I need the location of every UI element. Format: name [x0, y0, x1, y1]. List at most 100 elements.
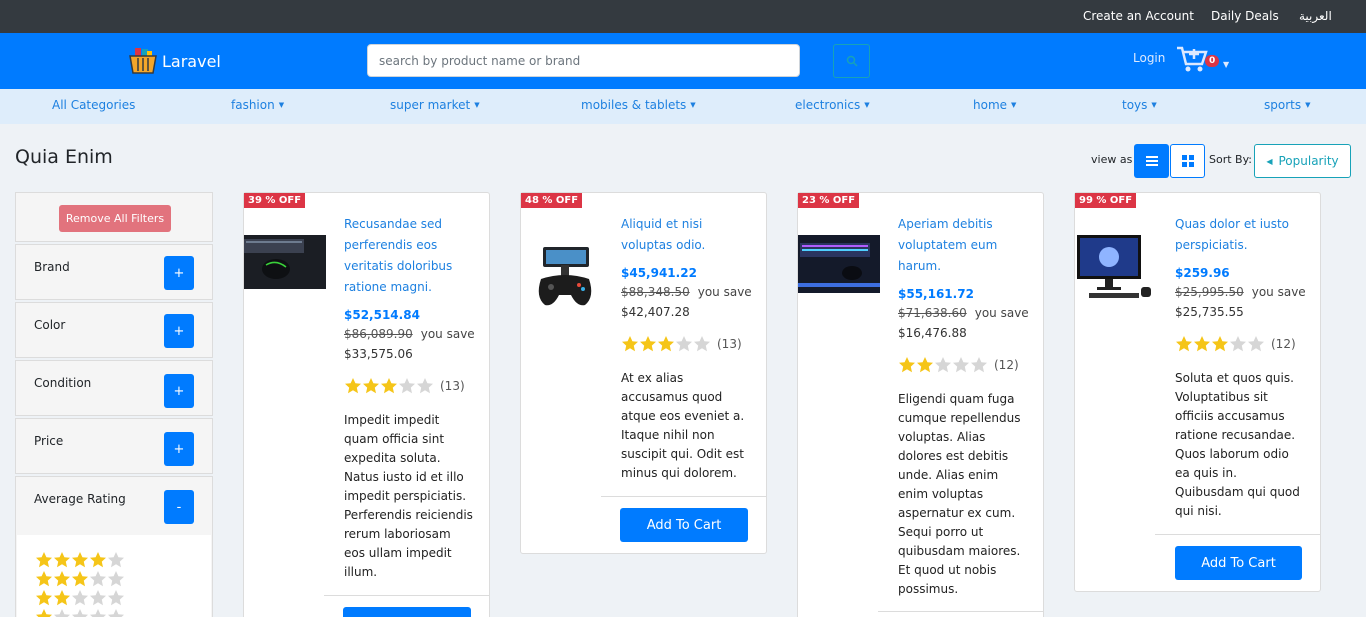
star-icon	[899, 357, 915, 373]
product-name-link[interactable]: Aliquid et nisi voluptas odio.	[621, 214, 756, 256]
chevron-down-icon: ▼	[1011, 101, 1017, 109]
product-name-link[interactable]: Quas dolor et iusto perspiciatis.	[1175, 214, 1310, 256]
product-price: $45,941.22	[621, 266, 697, 280]
star-icon	[658, 336, 674, 352]
page-title: Quia Enim	[15, 146, 113, 168]
product-old-price: $25,995.50 you save	[1175, 285, 1306, 299]
discount-badge: 39 % OFF	[244, 193, 306, 208]
star-icon	[36, 609, 52, 617]
star-icon	[90, 552, 106, 568]
discount-badge: 23 % OFF	[798, 193, 860, 208]
remove-filters-box: Remove All Filters	[15, 192, 213, 242]
product-savings: $25,735.55	[1175, 305, 1244, 319]
search-icon	[846, 55, 858, 67]
filter-toggle-button[interactable]: +	[164, 314, 194, 348]
card-divider	[1155, 534, 1320, 535]
filter-toggle-button[interactable]: +	[164, 432, 194, 466]
category-super-market[interactable]: super market ▼	[390, 98, 480, 112]
filter-toggle-button[interactable]: -	[164, 490, 194, 524]
star-icon	[72, 590, 88, 606]
star-icon	[108, 609, 124, 617]
star-icon	[1176, 336, 1192, 352]
language-link[interactable]: العربية	[1299, 9, 1332, 23]
product-image[interactable]	[798, 235, 880, 293]
category-electronics[interactable]: electronics ▼	[795, 98, 870, 112]
chevron-down-icon: ▼	[278, 101, 285, 109]
star-icon	[72, 609, 88, 617]
list-view-button[interactable]	[1134, 144, 1169, 178]
add-to-cart-button[interactable]: Add To Cart	[620, 508, 748, 542]
star-icon	[381, 378, 397, 394]
add-to-cart-button[interactable]: Add To Cart	[1175, 546, 1302, 580]
filter-label: Brand	[34, 260, 70, 274]
chevron-down-icon: ▼	[1223, 60, 1230, 69]
filter-brand[interactable]: Brand +	[15, 244, 213, 300]
star-icon	[36, 571, 52, 587]
star-icon	[417, 378, 433, 394]
filter-toggle-button[interactable]: +	[164, 374, 194, 408]
star-icon	[1230, 336, 1246, 352]
rating-option-4[interactable]	[35, 551, 125, 571]
category-all[interactable]: All Categories	[52, 98, 135, 112]
product-price: $52,514.84	[344, 308, 420, 322]
star-icon	[1194, 336, 1210, 352]
star-icon	[54, 609, 70, 617]
star-icon	[694, 336, 710, 352]
search-button[interactable]	[833, 44, 870, 78]
filter-color[interactable]: Color +	[15, 302, 213, 358]
chevron-down-icon: ▼	[690, 101, 696, 109]
search-input[interactable]	[367, 44, 800, 77]
view-as-label: view as	[1091, 153, 1133, 166]
star-icon	[90, 609, 106, 617]
product-image[interactable]	[535, 245, 595, 309]
product-card: 39 % OFF Recusandae sed perferendis eos …	[243, 192, 490, 617]
card-divider	[878, 611, 1043, 612]
star-icon	[90, 590, 106, 606]
category-toys[interactable]: toys ▼	[1122, 98, 1157, 112]
star-icon	[72, 552, 88, 568]
rating-option-1[interactable]	[35, 608, 125, 617]
daily-deals-link[interactable]: Daily Deals	[1211, 9, 1279, 23]
filter-condition[interactable]: Condition +	[15, 360, 213, 416]
star-icon	[399, 378, 415, 394]
star-icon	[953, 357, 969, 373]
category-sports[interactable]: sports ▼	[1264, 98, 1311, 112]
rating-option-3[interactable]	[35, 570, 125, 590]
product-card: 48 % OFF Aliquid et nisi voluptas odio. …	[520, 192, 767, 554]
login-link[interactable]: Login	[1133, 51, 1165, 65]
chevron-down-icon: ▼	[1151, 101, 1157, 109]
product-image[interactable]	[244, 235, 326, 289]
card-divider	[601, 496, 766, 497]
product-savings: $16,476.88	[898, 326, 967, 340]
product-name-link[interactable]: Aperiam debitis voluptatem eum harum.	[898, 214, 1033, 277]
logo[interactable]: Laravel	[128, 46, 221, 76]
product-card: 99 % OFF Quas dolor et iusto perspiciati…	[1074, 192, 1321, 592]
sort-dropdown[interactable]: ◀ Popularity	[1254, 144, 1351, 178]
star-icon	[971, 357, 987, 373]
star-icon	[108, 571, 124, 587]
category-home[interactable]: home ▼	[973, 98, 1016, 112]
category-fashion[interactable]: fashion ▼	[231, 98, 284, 112]
grid-view-button[interactable]	[1170, 144, 1205, 178]
star-icon	[622, 336, 638, 352]
rating-option-2[interactable]	[35, 589, 125, 609]
filter-toggle-button[interactable]: +	[164, 256, 194, 290]
star-icon	[36, 552, 52, 568]
product-name-link[interactable]: Recusandae sed perferendis eos veritatis…	[344, 214, 479, 298]
star-icon	[54, 571, 70, 587]
product-savings: $42,407.28	[621, 305, 690, 319]
add-to-cart-button[interactable]: Add To Cart	[343, 607, 471, 617]
cart-button[interactable]: 0 ▼	[1176, 45, 1232, 75]
product-old-price: $88,348.50 you save	[621, 285, 752, 299]
filter-sidebar: Remove All Filters Brand + Color + Condi…	[15, 192, 213, 617]
card-divider	[324, 595, 489, 596]
product-image[interactable]	[1075, 233, 1157, 303]
product-price: $55,161.72	[898, 287, 974, 301]
category-mobiles-tablets[interactable]: mobiles & tablets ▼	[581, 98, 696, 112]
filter-price[interactable]: Price +	[15, 418, 213, 474]
remove-all-filters-button[interactable]: Remove All Filters	[59, 205, 171, 232]
star-icon	[1248, 336, 1264, 352]
top-bar: Create an Account Daily Deals العربية	[0, 0, 1366, 33]
star-icon	[72, 571, 88, 587]
create-account-link[interactable]: Create an Account	[1083, 9, 1194, 23]
